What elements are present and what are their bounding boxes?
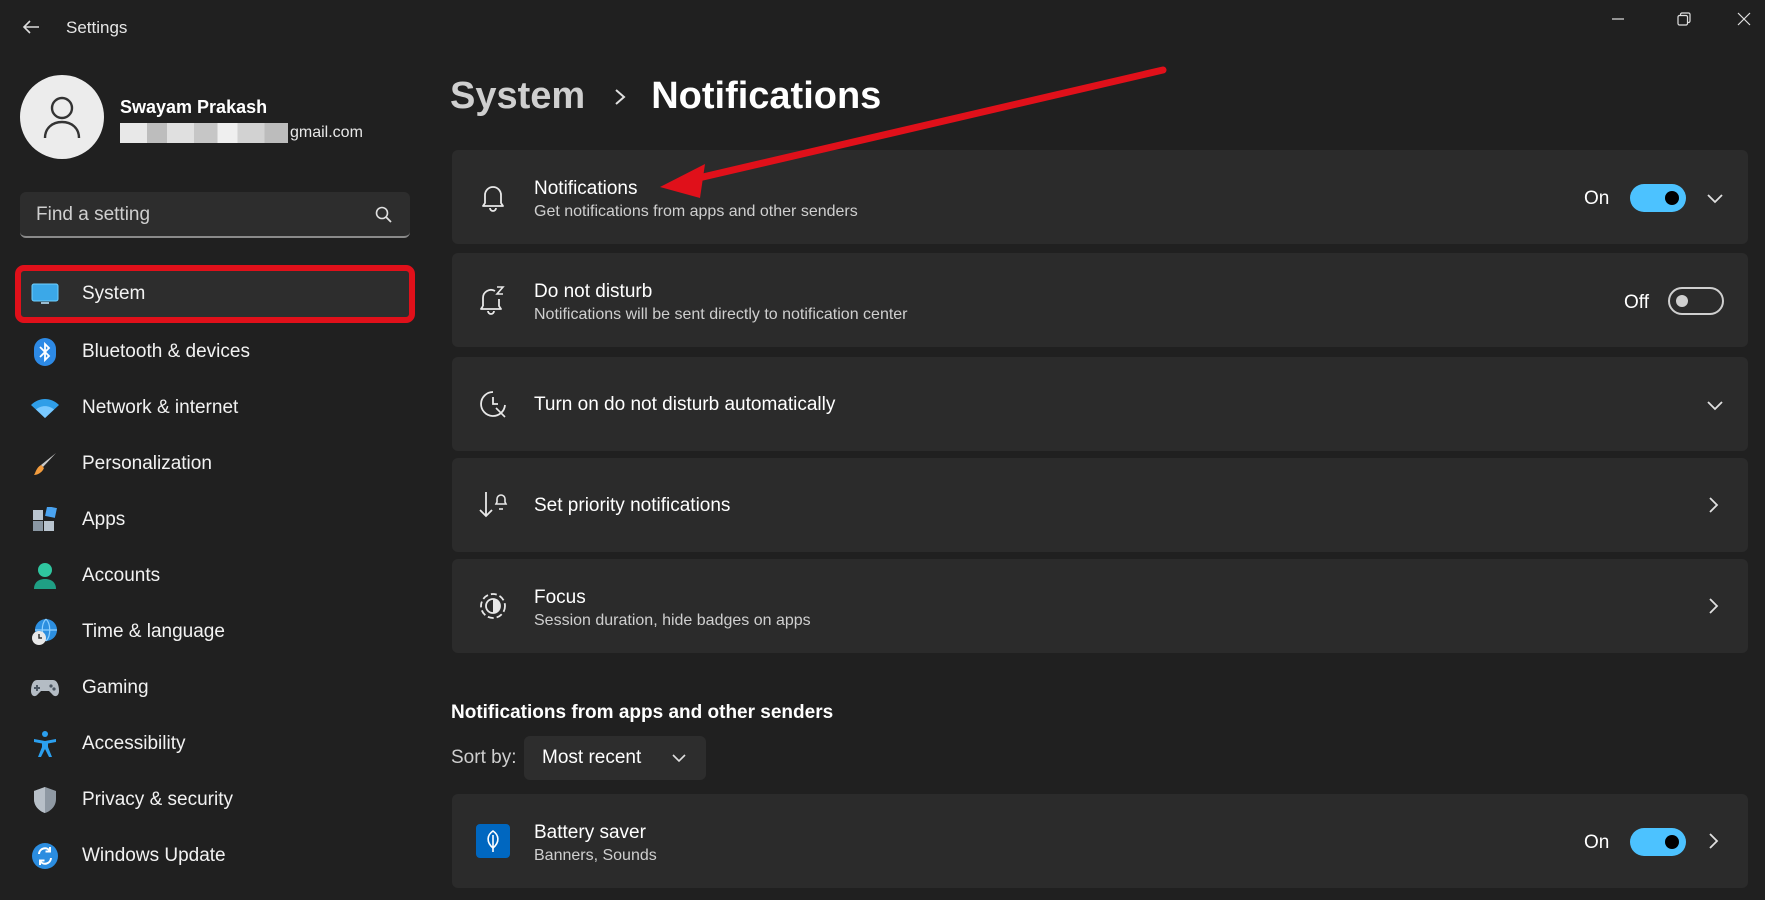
setting-title: Do not disturb <box>534 281 653 302</box>
title-bar: Settings <box>0 0 1765 56</box>
dnd-automatic-row[interactable]: Turn on do not disturb automatically <box>452 357 1748 451</box>
minimize-button[interactable] <box>1596 4 1640 34</box>
breadcrumb: System Notifications <box>450 75 881 118</box>
gamepad-icon <box>30 673 60 703</box>
sidebar-nav: System Bluetooth & devices Network & int… <box>15 265 415 884</box>
sidebar-item-accounts[interactable]: Accounts <box>18 548 412 604</box>
breadcrumb-parent[interactable]: System <box>450 75 585 118</box>
chevron-right-icon <box>613 87 627 107</box>
email-domain: gmail.com <box>290 124 363 141</box>
sidebar-item-label: Gaming <box>82 677 149 698</box>
focus-row[interactable]: Focus Session duration, hide badges on a… <box>452 559 1748 653</box>
person-avatar-icon <box>43 96 81 139</box>
battery-saver-toggle[interactable] <box>1630 828 1686 856</box>
setting-subtitle: Notifications will be sent directly to n… <box>534 306 908 323</box>
sidebar-item-time-language[interactable]: Time & language <box>18 604 412 660</box>
shield-icon <box>30 785 60 815</box>
sort-selected-value: Most recent <box>542 747 642 768</box>
sidebar-item-system[interactable]: System <box>15 265 415 323</box>
brush-icon <box>30 449 60 479</box>
bell-snooze-icon <box>476 283 510 317</box>
user-name: Swayam Prakash <box>120 97 268 117</box>
setting-title: Set priority notifications <box>534 495 731 516</box>
sender-row-battery-saver[interactable]: Battery saver Banners, Sounds On <box>452 794 1748 888</box>
setting-subtitle: Get notifications from apps and other se… <box>534 203 858 220</box>
page-title: Notifications <box>651 75 882 117</box>
setting-subtitle: Session duration, hide badges on apps <box>534 612 811 629</box>
setting-title: Notifications <box>534 178 638 199</box>
setting-title: Focus <box>534 587 586 608</box>
notifications-setting-row[interactable]: Notifications Get notifications from app… <box>452 150 1748 244</box>
search-icon[interactable] <box>374 205 394 225</box>
sidebar-item-label: Personalization <box>82 453 212 474</box>
avatar <box>20 75 104 159</box>
focus-icon <box>476 589 510 623</box>
minimize-icon <box>1612 18 1624 20</box>
sidebar-item-label: Apps <box>82 509 126 530</box>
restore-icon <box>1677 12 1691 26</box>
chevron-down-icon[interactable] <box>1704 187 1726 209</box>
back-button[interactable] <box>18 14 44 40</box>
update-icon <box>30 841 60 871</box>
notifications-toggle[interactable] <box>1630 184 1686 212</box>
priority-notifications-row[interactable]: Set priority notifications <box>452 458 1748 552</box>
close-button[interactable] <box>1722 4 1765 34</box>
toggle-state-label: On <box>1584 832 1610 853</box>
sidebar-item-network[interactable]: Network & internet <box>18 380 412 436</box>
restore-button[interactable] <box>1662 4 1706 34</box>
setting-title: Turn on do not disturb automatically <box>534 394 836 415</box>
apps-icon <box>30 505 60 535</box>
user-email: gmail.com <box>120 123 363 143</box>
sidebar-item-label: Privacy & security <box>82 789 233 810</box>
sidebar-item-label: Time & language <box>82 621 225 642</box>
sidebar-item-windows-update[interactable]: Windows Update <box>18 828 412 884</box>
sidebar-item-label: Network & internet <box>82 397 239 418</box>
bluetooth-icon <box>30 337 60 367</box>
section-heading: Notifications from apps and other sender… <box>451 702 834 723</box>
chevron-right-icon[interactable] <box>1702 595 1724 617</box>
toggle-state-label: On <box>1584 188 1610 209</box>
chevron-right-icon[interactable] <box>1702 830 1724 852</box>
sort-dropdown[interactable]: Most recent <box>524 736 706 780</box>
chevron-down-icon <box>672 754 686 763</box>
back-arrow-icon <box>22 20 39 34</box>
sidebar-item-label: Windows Update <box>82 845 226 866</box>
do-not-disturb-row[interactable]: Do not disturb Notifications will be sen… <box>452 253 1748 347</box>
chevron-down-icon[interactable] <box>1704 394 1726 416</box>
sidebar-item-bluetooth[interactable]: Bluetooth & devices <box>18 324 412 380</box>
sidebar-item-privacy[interactable]: Privacy & security <box>18 772 412 828</box>
priority-icon <box>476 488 510 522</box>
wifi-icon <box>30 393 60 423</box>
leaf-icon <box>476 824 510 858</box>
sidebar-item-personalization[interactable]: Personalization <box>18 436 412 492</box>
sidebar-item-label: Accounts <box>82 565 161 586</box>
sidebar-item-accessibility[interactable]: Accessibility <box>18 716 412 772</box>
sidebar-item-label: System <box>82 283 146 304</box>
setting-subtitle: Banners, Sounds <box>534 847 657 864</box>
accessibility-icon <box>30 729 60 759</box>
redacted-email-prefix <box>120 123 288 143</box>
sidebar-item-label: Bluetooth & devices <box>82 341 250 362</box>
close-icon <box>1737 12 1751 26</box>
person-icon <box>30 561 60 591</box>
display-icon <box>30 279 60 309</box>
search-box[interactable] <box>20 192 410 238</box>
sidebar-item-apps[interactable]: Apps <box>18 492 412 548</box>
sort-label: Sort by: <box>451 747 517 768</box>
sidebar-item-label: Accessibility <box>82 733 186 754</box>
do-not-disturb-toggle[interactable] <box>1668 287 1724 315</box>
setting-title: Battery saver <box>534 822 646 843</box>
toggle-state-label: Off <box>1624 292 1649 313</box>
bell-icon <box>476 180 510 214</box>
app-title: Settings <box>66 18 128 37</box>
search-input[interactable] <box>36 204 356 226</box>
sidebar-item-gaming[interactable]: Gaming <box>18 660 412 716</box>
globe-clock-icon <box>30 617 60 647</box>
clock-icon <box>476 387 510 421</box>
chevron-right-icon[interactable] <box>1702 494 1724 516</box>
